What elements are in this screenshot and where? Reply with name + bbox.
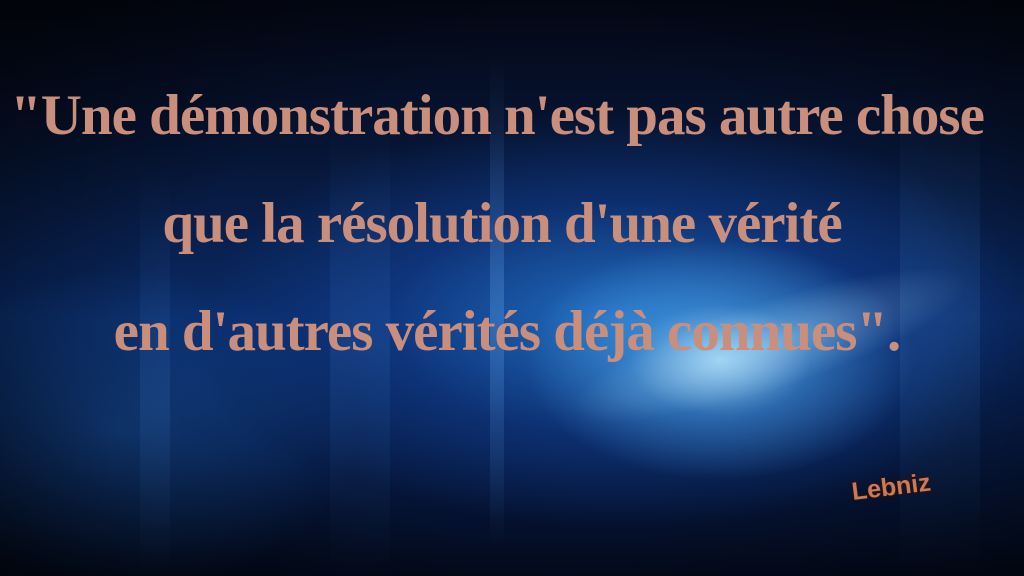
- quote-wallpaper: "Une démonstration n'est pas autre chose…: [0, 0, 1024, 576]
- quote-line-2: que la résolution d'une vérité: [162, 192, 842, 255]
- quote-author: Lebniz: [850, 468, 933, 506]
- quote-line-3: en d'autres vérités déjà connues".: [113, 300, 902, 363]
- quote-line-1: "Une démonstration n'est pas autre chose: [10, 84, 985, 147]
- quote-text: "Une démonstration n'est pas autre chose…: [0, 62, 1024, 386]
